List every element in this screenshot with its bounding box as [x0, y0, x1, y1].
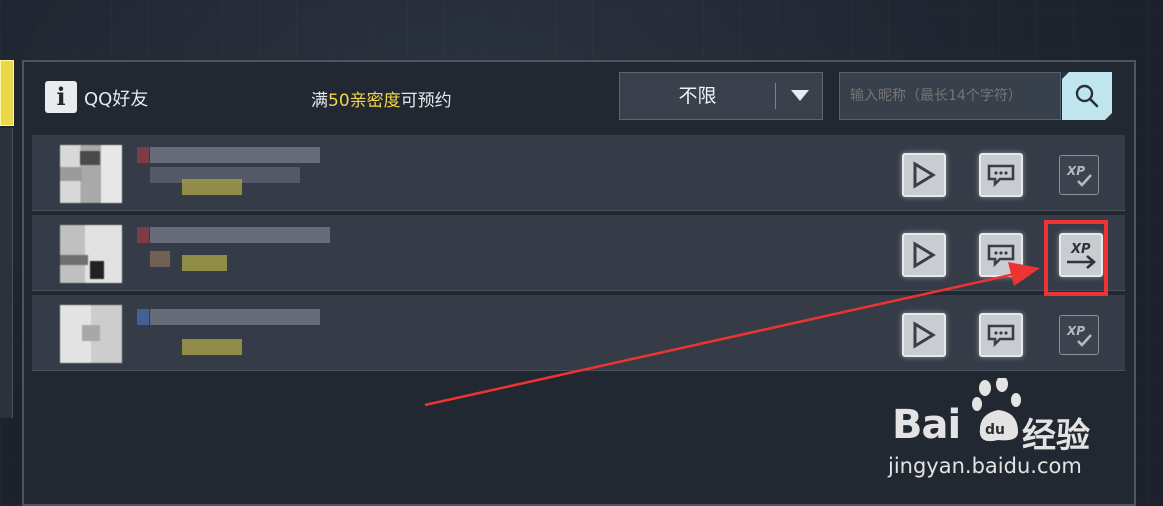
- watermark-jingyan: 经验: [1022, 416, 1090, 456]
- watermark-brand: Bai: [892, 402, 961, 448]
- paw-text: du: [985, 422, 1005, 438]
- baidu-jingyan-watermark: Bai du 经验 jingyan.baidu.com: [870, 376, 1120, 486]
- paw-logo-icon: du: [972, 378, 1021, 442]
- watermark-url: jingyan.baidu.com: [888, 454, 1082, 478]
